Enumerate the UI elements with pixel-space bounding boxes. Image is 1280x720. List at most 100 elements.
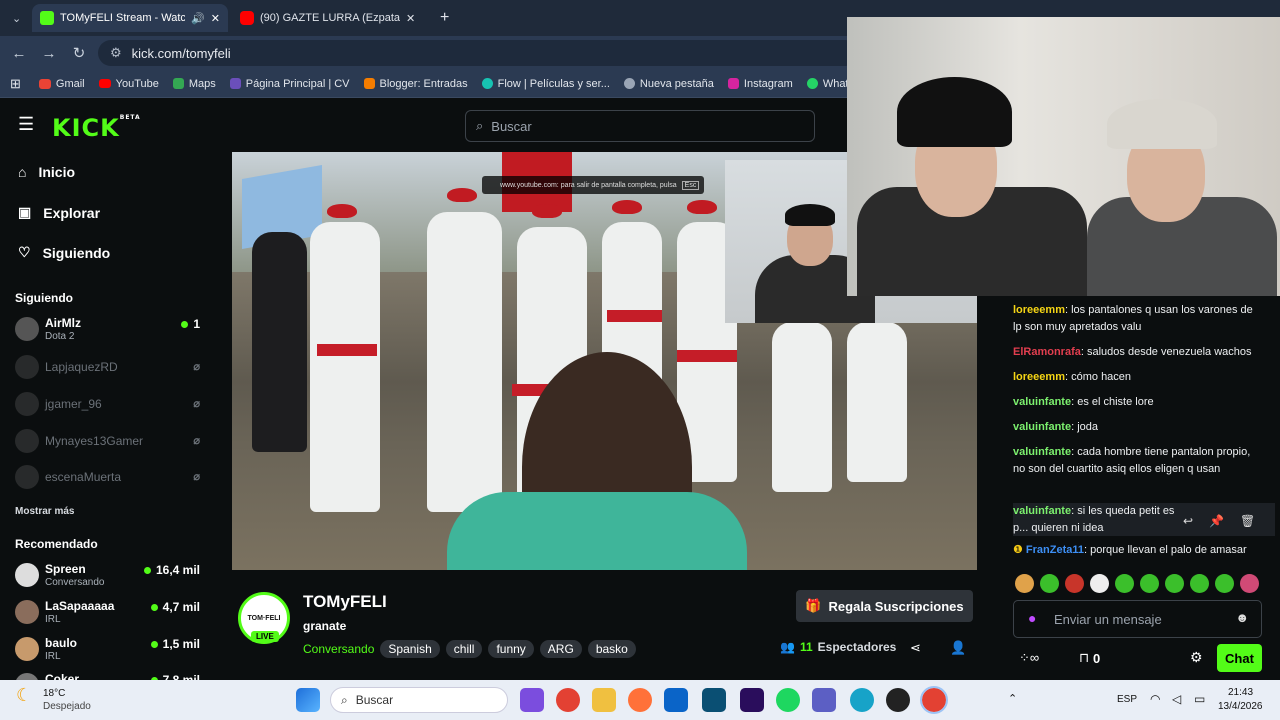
reply-icon[interactable]: ↩	[1183, 514, 1193, 528]
recommended-channel[interactable]: Spreen Conversando 16,4 mil	[15, 560, 200, 592]
tag-chip[interactable]: basko	[587, 640, 636, 658]
bookmark-flow[interactable]: Flow | Películas y ser...	[481, 78, 610, 90]
clock-time[interactable]: 21:43	[1228, 687, 1253, 698]
emote-icon[interactable]	[1190, 574, 1209, 593]
reload-icon[interactable]: ↻	[64, 44, 94, 62]
file-explorer-icon[interactable]	[592, 688, 616, 712]
emote-icon[interactable]	[1090, 574, 1109, 593]
bookmark-gmail[interactable]: Gmail	[38, 78, 85, 90]
apps-grid-icon[interactable]: ⊞	[10, 76, 21, 92]
share-icon[interactable]: ⋖	[910, 640, 921, 656]
bookmark-instagram[interactable]: Instagram	[727, 78, 793, 90]
nav-siguiendo[interactable]: ♡ Siguiendo	[18, 244, 110, 261]
tag-chip[interactable]: ARG	[539, 640, 582, 658]
premiere-icon[interactable]	[740, 688, 764, 712]
chrome-active-icon[interactable]	[920, 686, 948, 714]
show-more-link[interactable]: Mostrar más	[15, 506, 74, 517]
firefox-icon[interactable]	[628, 688, 652, 712]
volume-icon[interactable]: ◁	[1172, 692, 1181, 706]
tag-chip[interactable]: funny	[488, 640, 534, 658]
search-input[interactable]: ⌕ Buscar	[465, 110, 815, 142]
outlook-icon[interactable]	[664, 688, 688, 712]
wifi-icon[interactable]: ◠	[1150, 692, 1160, 706]
store-app-icon[interactable]	[702, 688, 726, 712]
chat-username[interactable]: ElRamonrafa	[1013, 346, 1081, 358]
emote-icon[interactable]	[1140, 574, 1159, 593]
clock-date: 13/4/2026	[1218, 701, 1263, 712]
emote-icon[interactable]	[1215, 574, 1234, 593]
windows-start-icon[interactable]	[296, 688, 320, 712]
copilot-icon[interactable]	[520, 688, 544, 712]
chevron-up-icon[interactable]: ⌃	[1008, 692, 1017, 705]
chat-username[interactable]: valuinfante	[1013, 446, 1071, 458]
chrome-icon[interactable]	[556, 688, 580, 712]
chat-username[interactable]: valuinfante	[1013, 421, 1071, 433]
chat-username[interactable]: valuinfante	[1013, 396, 1071, 408]
gift-subs-button[interactable]: 🎁 Regala Suscripciones	[796, 590, 973, 622]
menu-icon[interactable]: ☰	[18, 114, 34, 135]
back-arrow-icon[interactable]: ←	[4, 45, 34, 62]
new-tab-button[interactable]: +	[432, 4, 457, 32]
category-link[interactable]: Conversando	[303, 642, 374, 656]
tag-chip[interactable]: chill	[445, 640, 483, 658]
taskbar-search[interactable]: ⌕ Buscar	[330, 687, 508, 713]
tab-youtube[interactable]: (90) GAZTE LURRA (Ezpatadant... ✕	[232, 4, 428, 32]
settings-gear-icon[interactable]: ⚙	[1190, 649, 1203, 666]
send-chat-button[interactable]: Chat	[1217, 644, 1262, 672]
site-info-icon[interactable]: ⚙	[110, 45, 122, 61]
kick-logo[interactable]: KICKBETA	[52, 114, 141, 142]
weather-temp[interactable]: 18°C	[43, 688, 65, 699]
edge-icon[interactable]	[850, 688, 874, 712]
chat-input[interactable]: ● Enviar un mensaje ☻	[1013, 600, 1262, 638]
points-icon[interactable]: ⁘∞	[1019, 650, 1039, 666]
live-dot-icon	[150, 640, 158, 648]
mic-icon[interactable]: ●	[1028, 610, 1036, 626]
battery-icon[interactable]: ▭	[1194, 692, 1205, 706]
language-indicator[interactable]: ESP	[1117, 694, 1137, 705]
teams-icon[interactable]	[812, 688, 836, 712]
obs-icon[interactable]	[886, 688, 910, 712]
tab-search-button[interactable]: ⌄	[4, 4, 28, 32]
recommended-channel[interactable]: LaSapaaaaa IRL 4,7 mil	[15, 597, 200, 629]
following-channel[interactable]: Mynayes13Gamer ⌀	[15, 426, 200, 458]
chat-username[interactable]: valuinfante	[1013, 505, 1071, 517]
chat-username[interactable]: FranZeta11	[1026, 544, 1084, 556]
live-dot-icon	[150, 603, 158, 611]
close-tab-icon[interactable]: ✕	[406, 12, 415, 25]
delete-icon[interactable]: 🗑	[1240, 514, 1255, 528]
bookmark-maps[interactable]: Maps	[172, 78, 216, 90]
tab-kick[interactable]: TOMyFELI Stream - Watch l 🔊 ✕	[32, 4, 228, 32]
following-channel[interactable]: jgamer_96 ⌀	[15, 389, 200, 421]
emote-icon[interactable]	[1065, 574, 1084, 593]
chat-username[interactable]: loreeemm	[1013, 304, 1065, 316]
bookmark-new-tab[interactable]: Nueva pestaña	[623, 78, 714, 90]
bookmark-cv[interactable]: Página Principal | CV	[229, 78, 350, 90]
emote-icon[interactable]	[1165, 574, 1184, 593]
following-channel[interactable]: AirMlz Dota 2 1	[15, 314, 200, 346]
following-channel[interactable]: escenaMuerta ⌀	[15, 462, 200, 494]
bookmark-youtube[interactable]: YouTube	[98, 78, 159, 90]
following-channel[interactable]: LapjaquezRD ⌀	[15, 352, 200, 384]
forward-arrow-icon[interactable]: →	[34, 45, 64, 62]
emote-icon[interactable]	[1115, 574, 1134, 593]
store-icon[interactable]: ⊓	[1079, 650, 1089, 666]
close-tab-icon[interactable]: ✕	[211, 12, 220, 25]
emoji-icon[interactable]: ☻	[1235, 610, 1249, 625]
nav-inicio[interactable]: ⌂ Inicio	[18, 164, 75, 180]
nav-explorar[interactable]: ▣ Explorar	[18, 204, 100, 221]
emote-icon[interactable]	[1015, 574, 1034, 593]
recommended-channel[interactable]: baulo IRL 1,5 mil	[15, 634, 200, 666]
bookmark-blogger[interactable]: Blogger: Entradas	[363, 78, 468, 90]
chat-username[interactable]: loreeemm	[1013, 371, 1065, 383]
gmail-icon	[38, 78, 51, 89]
channel-name[interactable]: TOMyFELI	[303, 592, 387, 612]
dancer-figure	[847, 322, 907, 482]
emote-icon[interactable]	[1040, 574, 1059, 593]
pin-icon[interactable]: 📌	[1209, 514, 1224, 528]
tag-chip[interactable]: Spanish	[380, 640, 440, 658]
follow-icon[interactable]: 👤	[950, 640, 966, 656]
spotify-icon[interactable]	[776, 688, 800, 712]
audio-icon[interactable]: 🔊	[191, 12, 205, 25]
emote-icon[interactable]	[1240, 574, 1259, 593]
url-field[interactable]: ⚙ kick.com/tomyfeli	[98, 40, 858, 66]
